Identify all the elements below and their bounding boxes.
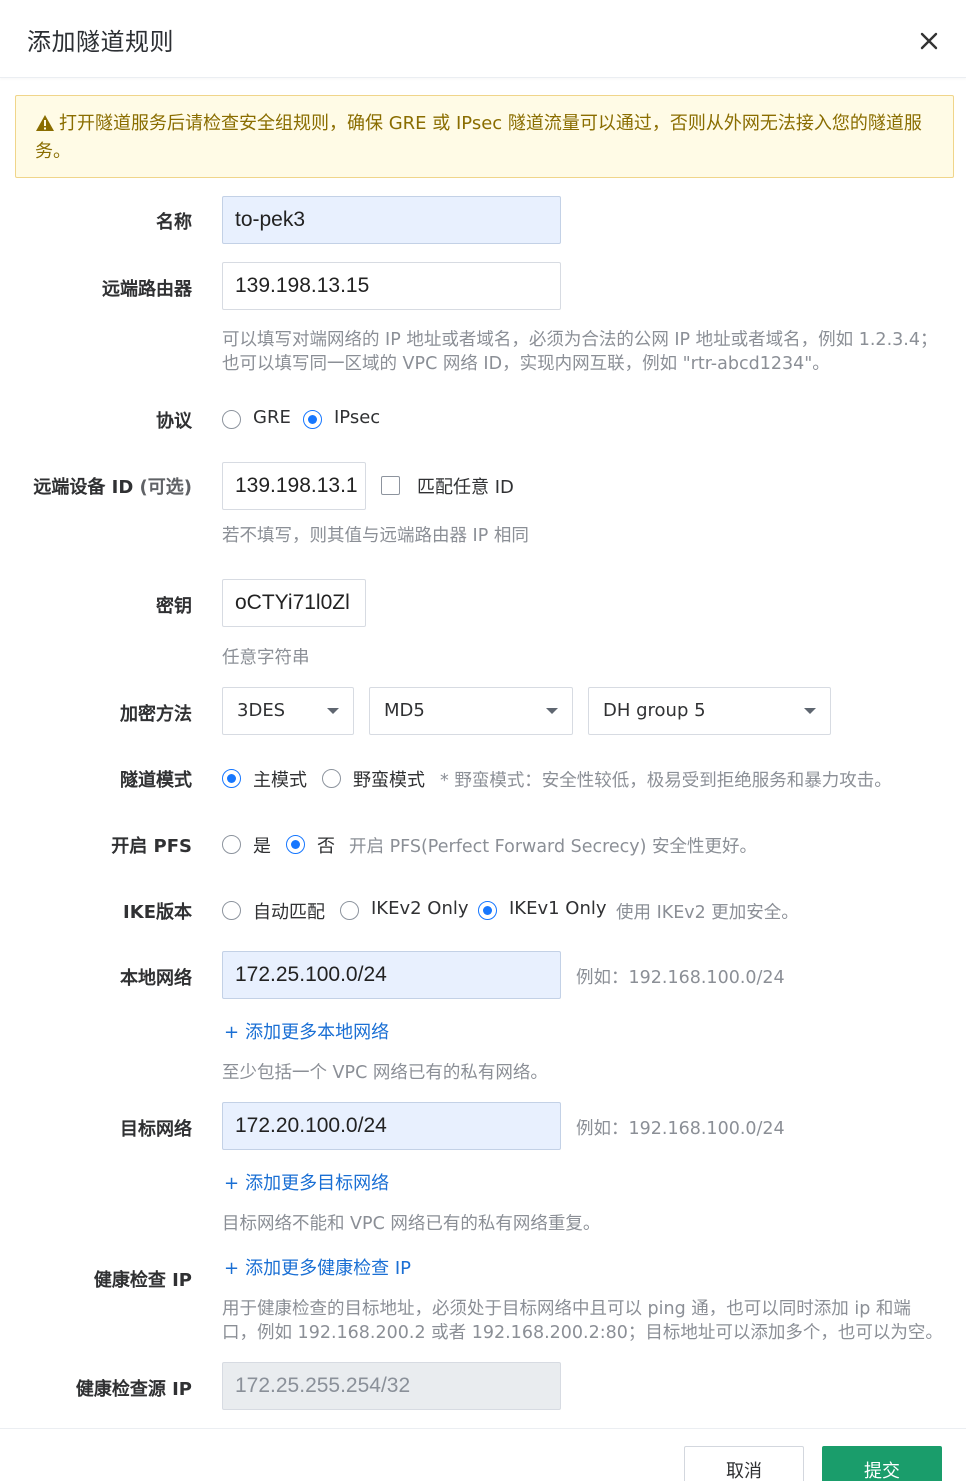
protocol-gre-radio[interactable] [222,410,241,429]
remote-router-label: 远端路由器 [102,279,192,300]
remote-device-id-label: 远端设备 ID (可选) [33,473,192,499]
target-network-hint: 目标网络不能和 VPC 网络已有的私有网络重复。 [222,1214,601,1234]
health-check-ip-hint-line1: 用于健康检查的目标地址，必须处于目标网络中且可以 ping 通，也可以同时添加 … [222,1299,911,1319]
name-label: 名称 [156,212,192,233]
protocol-ipsec-radio[interactable] [303,410,322,429]
remote-device-id-input[interactable]: 139.198.13.1 [222,462,366,510]
health-check-source-ip-input: 172.25.255.254/32 [222,1362,561,1410]
ike-auto-label[interactable]: 自动匹配 [253,898,325,924]
cipher-select[interactable]: 3DES [222,687,354,735]
hash-select[interactable]: MD5 [369,687,573,735]
tunnel-mode-main-radio[interactable] [222,769,241,788]
hash-value: MD5 [384,700,425,721]
remote-device-id-hint: 若不填写，则其值与远端路由器 IP 相同 [222,526,529,546]
plus-icon: + [224,1022,240,1043]
warning-text-line1: 打开隧道服务后请检查安全组规则，确保 GRE 或 IPsec 隧道流量可以通过，… [59,113,922,134]
add-target-network-text: 添加更多目标网络 [245,1173,390,1194]
ike-version-note: 使用 IKEv2 更加安全。 [616,903,799,923]
add-local-network-text: 添加更多本地网络 [245,1022,390,1043]
tunnel-mode-note: * 野蛮模式：安全性较低，极易受到拒绝服务和暴力攻击。 [440,771,892,791]
chevron-down-icon [546,708,558,714]
ike-v1-label[interactable]: IKEv1 Only [509,898,607,919]
remote-router-hint-line2: 也可以填写同一区域的 VPC 网络 ID，实现内网互联，例如 "rtr-abcd… [222,354,830,374]
target-network-example: 例如：192.168.100.0/24 [576,1119,785,1139]
tunnel-mode-main-label[interactable]: 主模式 [253,766,307,792]
local-network-example: 例如：192.168.100.0/24 [576,968,785,988]
ike-v2-label[interactable]: IKEv2 Only [371,898,469,919]
ike-v2-radio[interactable] [340,901,359,920]
pfs-yes-radio[interactable] [222,835,241,854]
protocol-label: 协议 [156,411,192,432]
remote-router-input[interactable]: 139.198.13.15 [222,262,561,310]
local-network-label: 本地网络 [120,968,192,989]
add-health-check-ip-link[interactable]: + 添加更多健康检查 IP [224,1254,411,1280]
target-network-label: 目标网络 [120,1119,192,1140]
cipher-value: 3DES [237,700,286,721]
warning-icon [36,115,54,131]
close-icon [920,32,938,50]
chevron-down-icon [804,708,816,714]
secret-input[interactable]: oCTYi71l0Zl [222,579,366,627]
submit-button[interactable]: 提交 [822,1446,942,1481]
security-group-warning: 打开隧道服务后请检查安全组规则，确保 GRE 或 IPsec 隧道流量可以通过，… [15,95,954,178]
pfs-note: 开启 PFS(Perfect Forward Secrecy) 安全性更好。 [349,837,758,857]
name-input[interactable]: to-pek3 [222,196,561,244]
health-check-source-ip-label: 健康检查源 IP [75,1379,192,1400]
tunnel-mode-label: 隧道模式 [120,770,192,791]
dh-group-select[interactable]: DH group 5 [588,687,831,735]
cancel-button[interactable]: 取消 [684,1446,804,1481]
local-network-input[interactable]: 172.25.100.0/24 [222,951,561,999]
health-check-ip-label: 健康检查 IP [93,1270,192,1291]
warning-text-line2: 务。 [35,141,71,162]
close-button[interactable] [914,26,944,56]
ike-version-label: IKE版本 [123,902,192,923]
health-check-ip-hint-line2: 口，例如 192.168.200.2 或者 192.168.200.2:80；目… [222,1323,943,1343]
plus-icon: + [224,1258,240,1279]
add-local-network-link[interactable]: + 添加更多本地网络 [224,1018,389,1044]
plus-icon: + [224,1173,240,1194]
tunnel-mode-aggressive-radio[interactable] [322,769,341,788]
local-network-hint: 至少包括一个 VPC 网络已有的私有网络。 [222,1063,548,1083]
chevron-down-icon [327,708,339,714]
add-health-check-ip-text: 添加更多健康检查 IP [245,1258,411,1279]
match-any-id-checkbox[interactable] [381,476,400,495]
pfs-yes-label[interactable]: 是 [253,832,271,858]
optional-tag: (可选) [139,477,192,498]
dh-group-value: DH group 5 [603,700,706,721]
tunnel-mode-aggressive-label[interactable]: 野蛮模式 [353,766,425,792]
pfs-no-radio[interactable] [286,835,305,854]
remote-router-hint-line1: 可以填写对端网络的 IP 地址或者域名，必须为合法的公网 IP 地址或者域名，例… [222,330,938,350]
dialog-header: 添加隧道规则 [0,0,966,78]
ike-auto-radio[interactable] [222,901,241,920]
encryption-label: 加密方法 [120,704,192,725]
match-any-id-label[interactable]: 匹配任意 ID [417,473,514,499]
target-network-input[interactable]: 172.20.100.0/24 [222,1102,561,1150]
add-target-network-link[interactable]: + 添加更多目标网络 [224,1169,389,1195]
protocol-gre-label[interactable]: GRE [253,407,291,428]
ike-v1-radio[interactable] [478,901,497,920]
pfs-no-label[interactable]: 否 [317,832,335,858]
secret-hint: 任意字符串 [222,648,310,668]
protocol-ipsec-label[interactable]: IPsec [334,407,380,428]
remote-device-id-label-text: 远端设备 ID [33,477,134,498]
dialog-title: 添加隧道规则 [27,28,174,56]
pfs-label: 开启 PFS [111,836,192,857]
secret-label: 密钥 [156,596,192,617]
